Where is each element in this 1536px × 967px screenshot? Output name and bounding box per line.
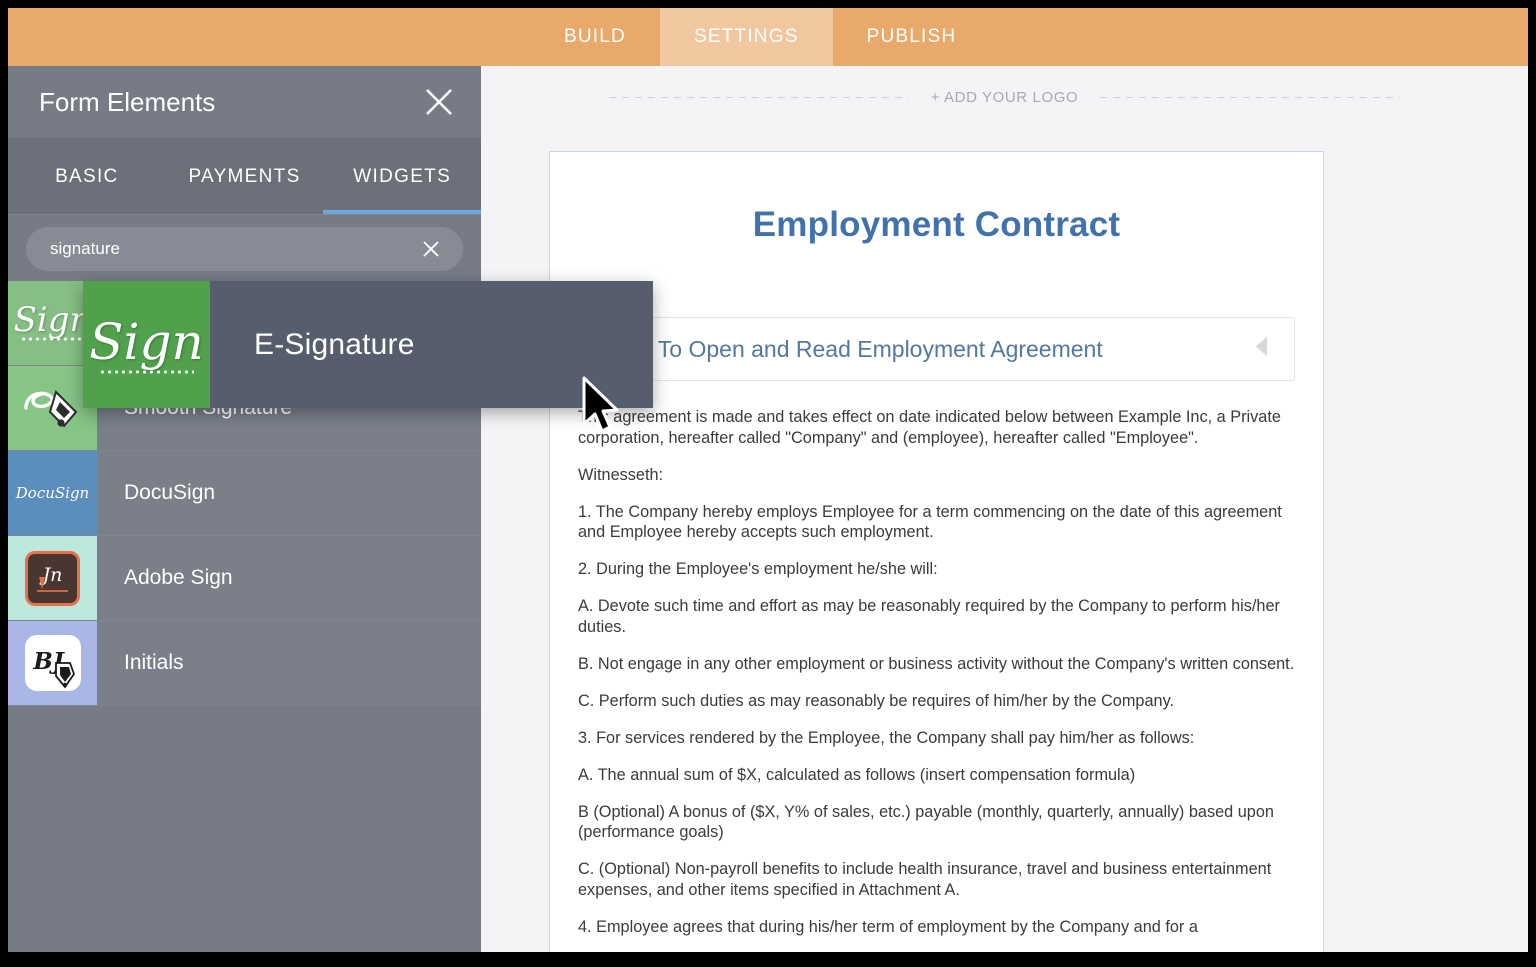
search-clear-icon[interactable] (421, 239, 441, 259)
search-container (8, 215, 481, 281)
contract-paragraph: A. The annual sum of $X, calculated as f… (578, 765, 1136, 784)
topnav-tab-build[interactable]: BUILD (530, 8, 660, 66)
add-logo-button[interactable]: + ADD YOUR LOGO (909, 89, 1101, 106)
tab-basic[interactable]: BASIC (8, 139, 166, 215)
contract-paragraph: 1. The Company hereby employs Employee f… (578, 502, 1282, 542)
contract-paragraph: 3. For services rendered by the Employee… (578, 728, 1195, 747)
topnav-left-spacer (8, 8, 530, 66)
contract-body: This agreement is made and takes effect … (578, 407, 1295, 938)
tab-widgets[interactable]: WIDGETS (323, 139, 481, 215)
screenshot-root: BUILD SETTINGS PUBLISH Form Elements BAS… (0, 0, 1536, 967)
caret-left-icon[interactable] (1252, 334, 1272, 365)
contract-paragraph: B (Optional) A bonus of ($X, Y% of sales… (578, 802, 1274, 842)
widget-label: Adobe Sign (124, 566, 233, 589)
widget-label: Initials (124, 651, 184, 674)
page-title: Form Elements (39, 86, 216, 117)
contract-paragraph: 2. During the Employee's employment he/s… (578, 560, 938, 579)
contract-paragraph: C. Perform such duties as may reasonably… (578, 691, 1175, 710)
widget-label: DocuSign (124, 481, 216, 504)
top-navigation-bar: BUILD SETTINGS PUBLISH (8, 8, 1528, 66)
app-frame: BUILD SETTINGS PUBLISH Form Elements BAS… (8, 8, 1528, 952)
widget-label: Smooth Signature (124, 396, 293, 419)
contract-paragraph: C. (Optional) Non-payroll benefits to in… (578, 860, 1272, 899)
contract-paragraph: Witnesseth: (578, 465, 664, 484)
contract-paragraph: 4. Employee agrees that during his/her t… (578, 918, 1198, 936)
topnav-tab-settings[interactable]: SETTINGS (659, 8, 833, 66)
sidebar-category-tabs: BASIC PAYMENTS WIDGETS (8, 139, 481, 215)
widget-item-adobe-sign[interactable]: Jn Adobe Sign (8, 536, 481, 621)
widget-item-smooth-signature[interactable]: Smooth Signature (8, 366, 481, 451)
pen-nib-icon (8, 366, 97, 450)
initials-pen-icon: BJ (8, 621, 97, 705)
docusign-logo-icon: DocuSign (8, 451, 97, 535)
signature-script-icon: Sign (8, 281, 97, 365)
form-preview-canvas: + ADD YOUR LOGO Employment Contract Clic… (481, 66, 1528, 952)
form-card: Employment Contract Click To Open and Re… (549, 151, 1324, 952)
form-elements-sidebar: Form Elements BASIC PAYMENTS WIDGETS sig… (8, 66, 481, 952)
add-logo-row: + ADD YOUR LOGO (481, 66, 1528, 128)
sidebar-header: Form Elements (8, 66, 481, 139)
search-box[interactable] (26, 227, 463, 271)
search-input[interactable] (48, 238, 382, 260)
tab-payments[interactable]: PAYMENTS (166, 139, 324, 215)
adobe-sign-logo-icon: Jn (8, 536, 97, 620)
widget-label: E-Signature (124, 311, 235, 334)
contract-paragraph: B. Not engage in any other employment or… (578, 654, 1295, 673)
widget-results-list: Sign E-Signature Smooth Signature DocuSi… (8, 281, 481, 706)
form-heading: Employment Contract (752, 205, 1121, 244)
contract-paragraph: This agreement is made and takes effect … (578, 408, 1281, 447)
collapse-section-header[interactable]: Click To Open and Read Employment Agreem… (578, 317, 1295, 381)
collapse-section-label: Click To Open and Read Employment Agreem… (602, 335, 1103, 362)
widget-item-e-signature[interactable]: Sign E-Signature (8, 281, 481, 366)
topnav-tab-publish[interactable]: PUBLISH (833, 8, 991, 66)
widget-item-initials[interactable]: BJ Initials (8, 621, 481, 706)
contract-paragraph: A. Devote such time and effort as may be… (578, 597, 1280, 636)
logo-dash-left (608, 96, 909, 98)
logo-dash-right (1100, 96, 1401, 98)
widget-item-docusign[interactable]: DocuSign DocuSign (8, 451, 481, 536)
close-icon[interactable] (423, 86, 455, 118)
